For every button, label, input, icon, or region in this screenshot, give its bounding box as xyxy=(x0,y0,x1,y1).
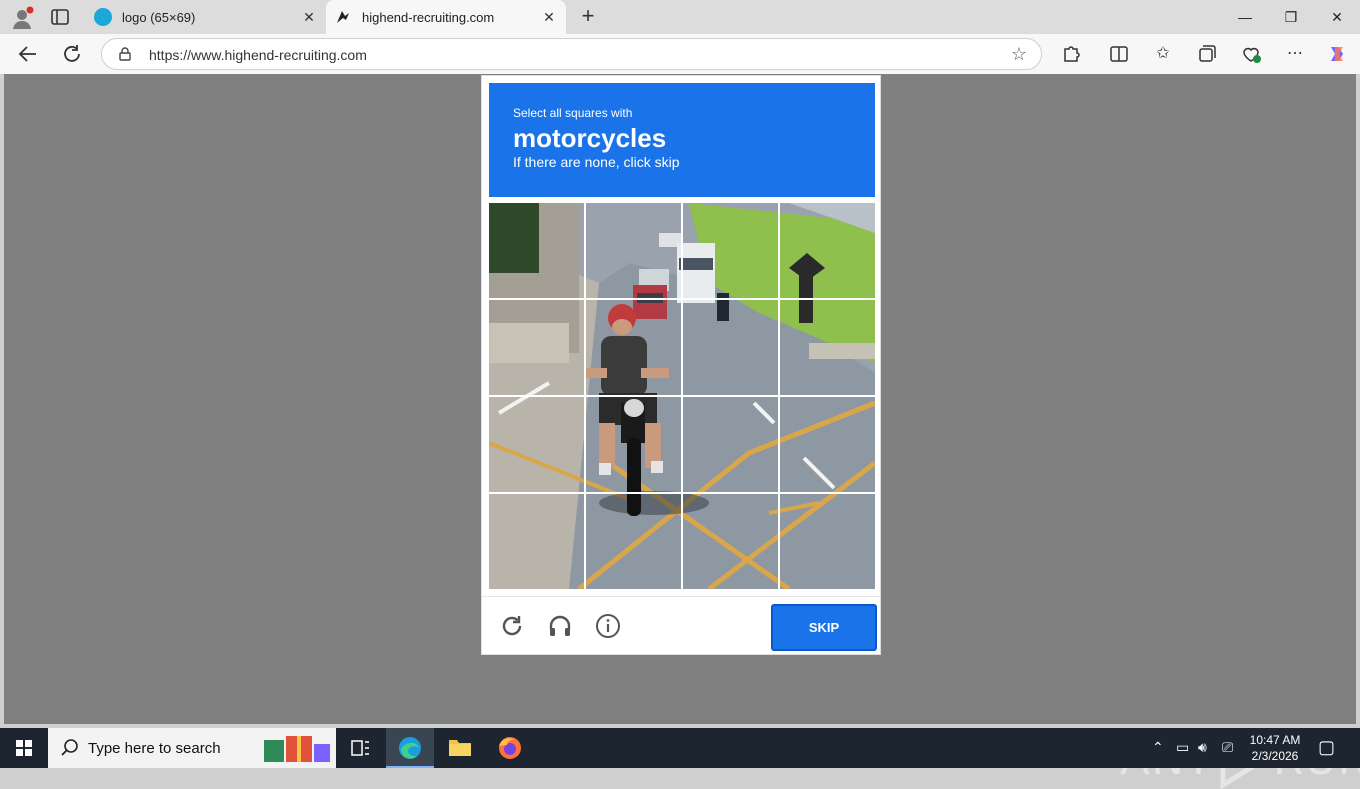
url-text[interactable]: https://www.highend-recruiting.com xyxy=(149,47,367,63)
captcha-footer: SKIP xyxy=(482,596,880,654)
tab-highend-recruiting[interactable]: highend-recruiting.com ✕ xyxy=(326,0,566,34)
gift-boxes-icon xyxy=(264,736,330,762)
tab-title: highend-recruiting.com xyxy=(362,9,495,25)
instruction-text: Select all squares with xyxy=(513,106,633,120)
close-window-icon[interactable]: ✕ xyxy=(1326,6,1348,28)
captcha-tile-r1c2[interactable] xyxy=(586,203,682,299)
reload-challenge-icon[interactable] xyxy=(499,613,525,639)
more-options-icon[interactable]: ⋯ xyxy=(1284,43,1306,65)
browser-toolbar: https://www.highend-recruiting.com ☆ ✩ ⋯ xyxy=(0,34,1360,74)
taskbar-search-box[interactable]: Type here to search xyxy=(48,728,336,768)
title-bar: logo (65×69) ✕ highend-recruiting.com ✕ … xyxy=(0,0,1360,34)
notifications-icon[interactable]: ▢ xyxy=(1318,737,1335,758)
refresh-icon[interactable] xyxy=(60,42,84,66)
captcha-widget: Select all squares with motorcycles If t… xyxy=(481,75,881,655)
captcha-tile-r4c2[interactable] xyxy=(586,494,682,589)
captcha-tile-r3c3[interactable] xyxy=(683,397,779,493)
start-windows-icon[interactable] xyxy=(0,728,48,768)
captcha-tile-r2c3[interactable] xyxy=(683,300,779,396)
audio-challenge-icon[interactable] xyxy=(547,613,573,639)
captcha-tile-r1c1[interactable] xyxy=(489,203,585,299)
captcha-tile-r4c4[interactable] xyxy=(780,494,875,589)
split-screen-icon[interactable] xyxy=(1108,43,1130,65)
extensions-icon[interactable] xyxy=(1060,43,1082,65)
clock-time: 10:47 AM xyxy=(1249,733,1301,747)
address-bar[interactable]: https://www.highend-recruiting.com ☆ xyxy=(101,38,1042,70)
captcha-tile-r2c1[interactable] xyxy=(489,300,585,396)
site-favicon-icon xyxy=(334,8,352,26)
close-tab-icon[interactable]: ✕ xyxy=(302,10,316,24)
site-favicon-icon xyxy=(94,8,112,26)
captcha-image-grid xyxy=(489,203,875,589)
captcha-tile-r1c3[interactable] xyxy=(683,203,779,299)
captcha-header: Select all squares with motorcycles If t… xyxy=(489,83,875,197)
captcha-tile-r4c3[interactable] xyxy=(683,494,779,589)
close-tab-icon[interactable]: ✕ xyxy=(542,10,556,24)
taskbar-firefox-icon[interactable] xyxy=(486,728,534,768)
target-object-label: motorcycles xyxy=(513,123,667,153)
captcha-tile-r3c4[interactable] xyxy=(780,397,875,493)
tab-logo[interactable]: logo (65×69) ✕ xyxy=(84,0,326,34)
show-hidden-icons-chevron-icon[interactable]: ⌃ xyxy=(1152,739,1164,756)
lock-icon[interactable] xyxy=(118,47,132,61)
network-icon[interactable]: ⎚ xyxy=(1222,739,1233,756)
profile-avatar-icon[interactable] xyxy=(10,6,34,30)
captcha-tile-r4c1[interactable] xyxy=(489,494,585,589)
info-icon[interactable] xyxy=(595,613,621,639)
minimize-icon[interactable]: — xyxy=(1234,6,1256,28)
meet-now-icon[interactable]: ▭ xyxy=(1176,739,1189,756)
collections-icon[interactable] xyxy=(1196,43,1218,65)
page-content: Select all squares with motorcycles If t… xyxy=(4,74,1360,789)
restore-icon[interactable]: ❐ xyxy=(1280,6,1302,28)
search-icon xyxy=(61,739,78,756)
captcha-tile-r3c2[interactable] xyxy=(586,397,682,493)
taskbar-clock[interactable]: 10:47 AM 2/3/2026 xyxy=(1243,732,1307,764)
skip-button[interactable]: SKIP xyxy=(771,604,877,651)
clock-date: 2/3/2026 xyxy=(1251,749,1299,763)
search-placeholder: Type here to search xyxy=(88,740,221,757)
back-arrow-icon[interactable] xyxy=(16,42,40,66)
favorites-icon[interactable]: ✩ xyxy=(1152,43,1174,65)
windows-taskbar: Type here to search ⌃ ▭ 🔊︎ ⎚ 10:47 AM 2/… xyxy=(0,728,1360,768)
task-view-icon[interactable] xyxy=(336,728,384,768)
skip-hint-text: If there are none, click skip xyxy=(513,154,680,170)
browser-essentials-icon[interactable] xyxy=(1240,43,1262,65)
tab-title: logo (65×69) xyxy=(122,9,196,25)
captcha-tile-r1c4[interactable] xyxy=(780,203,875,299)
volume-icon[interactable]: 🔊︎ xyxy=(1198,739,1207,756)
new-tab-icon[interactable]: + xyxy=(578,5,598,28)
favorite-star-icon[interactable]: ☆ xyxy=(1011,44,1027,65)
captcha-tile-r3c1[interactable] xyxy=(489,397,585,493)
taskbar-file-explorer-icon[interactable] xyxy=(436,728,484,768)
copilot-icon[interactable] xyxy=(1326,43,1348,65)
tab-actions-icon[interactable] xyxy=(50,8,70,26)
captcha-tile-r2c2[interactable] xyxy=(586,300,682,396)
captcha-tile-r2c4[interactable] xyxy=(780,300,875,396)
taskbar-edge-icon[interactable] xyxy=(386,728,434,768)
